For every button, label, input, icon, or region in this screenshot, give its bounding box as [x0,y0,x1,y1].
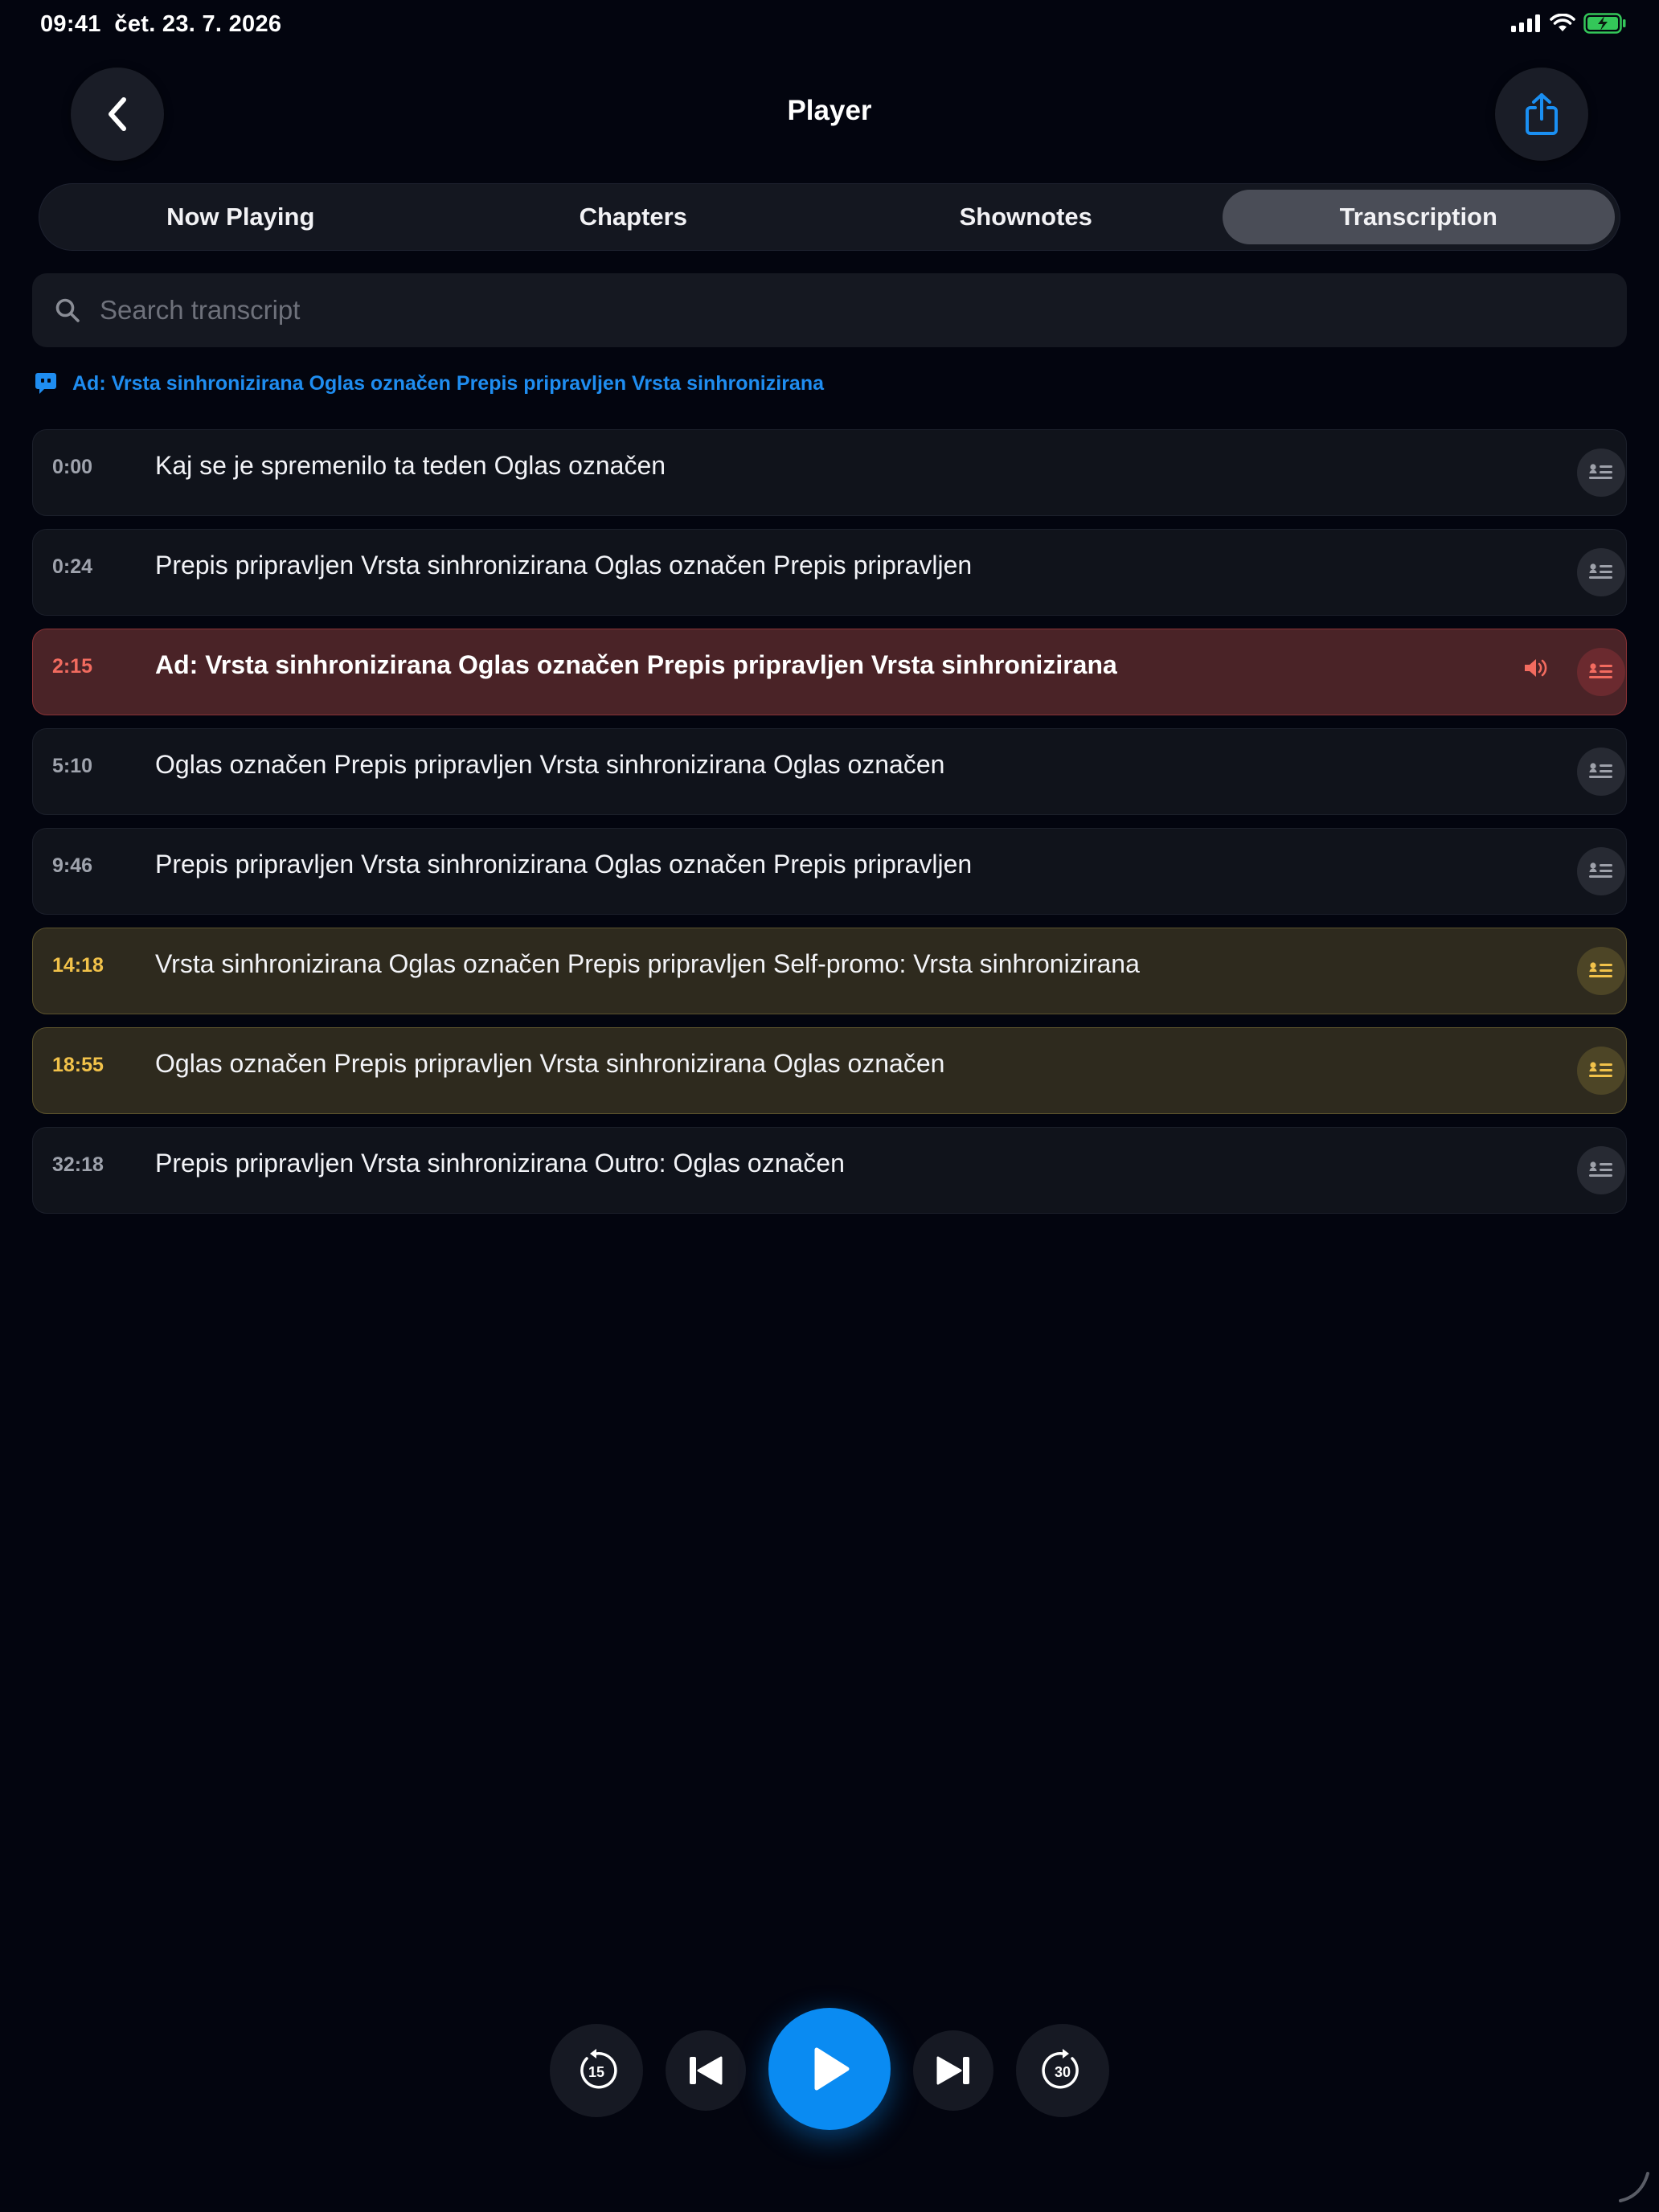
transcript-row[interactable]: 14:18 Vrsta sinhronizirana Oglas označen… [32,928,1627,1014]
segment-text: Vrsta sinhronizirana Oglas označen Prepi… [155,949,1140,978]
share-icon [1526,93,1558,135]
next-button[interactable] [913,2030,993,2111]
previous-track-icon [690,2056,723,2085]
segment-text: Oglas označen Prepis pripravljen Vrsta s… [155,750,945,779]
chat-bubble-icon [35,373,56,394]
skip-forward-label: 30 [1055,2064,1071,2080]
segment-text: Prepis pripravljen Vrsta sinhronizirana … [155,850,973,879]
transcript-row[interactable]: 5:10 Oglas označen Prepis pripravljen Vr… [32,728,1627,815]
segment-text: Oglas označen Prepis pripravljen Vrsta s… [155,1049,945,1078]
segment-timestamp: 2:15 [52,655,93,678]
transcript-row[interactable]: 18:55 Oglas označen Prepis pripravljen V… [32,1027,1627,1114]
now-playing-banner[interactable]: Ad: Vrsta sinhronizirana Oglas označen P… [34,371,824,395]
play-icon [814,2047,850,2091]
tab-bar: Now Playing Chapters Shownotes Transcrip… [39,183,1620,251]
segment-detail-button[interactable] [1577,1047,1625,1095]
segment-timestamp: 0:24 [52,555,93,578]
segment-text: Prepis pripravljen Vrsta sinhronizirana … [155,1149,845,1178]
segment-timestamp: 5:10 [52,755,93,777]
segment-detail-button[interactable] [1577,847,1625,895]
segment-detail-button[interactable] [1577,648,1625,696]
segment-text: Prepis pripravljen Vrsta sinhronizirana … [155,551,973,580]
segment-detail-button[interactable] [1577,1146,1625,1194]
segment-text: Ad: Vrsta sinhronizirana Oglas označen P… [155,650,1117,679]
segment-text: Kaj se je spremenilo ta teden Oglas ozna… [155,451,666,480]
transcript-row[interactable]: 0:00 Kaj se je spremenilo ta teden Oglas… [32,429,1627,516]
transcript-row-playing[interactable]: 2:15 Ad: Vrsta sinhronizirana Oglas ozna… [32,629,1627,715]
previous-button[interactable] [666,2030,746,2111]
battery-charging-icon [1583,13,1626,34]
segment-detail-button[interactable] [1577,449,1625,497]
list-detail-icon [1589,663,1612,678]
wifi-icon [1550,14,1575,31]
skip-back-button[interactable]: 15 [550,2024,643,2117]
segment-detail-button[interactable] [1577,748,1625,796]
page-title: Player [787,95,872,126]
play-button[interactable] [768,2008,891,2130]
window-resize-handle[interactable] [1616,2169,1651,2204]
segment-timestamp: 14:18 [52,954,104,977]
status-icons [1511,13,1627,34]
list-detail-icon [1589,763,1612,778]
segment-timestamp: 32:18 [52,1153,104,1176]
skip-back-label: 15 [588,2064,604,2080]
next-track-icon [936,2056,969,2085]
now-playing-banner-text: Ad: Vrsta sinhronizirana Oglas označen P… [72,371,824,395]
tab-chapters[interactable]: Chapters [437,190,830,244]
list-detail-icon [1589,962,1612,977]
tab-shownotes[interactable]: Shownotes [830,190,1223,244]
transcript-row[interactable]: 9:46 Prepis pripravljen Vrsta sinhronizi… [32,828,1627,915]
segment-timestamp: 0:00 [52,456,93,478]
transcript-row[interactable]: 0:24 Prepis pripravljen Vrsta sinhronizi… [32,529,1627,616]
playback-controls: 15 30 [0,2008,1659,2132]
search-icon [55,298,80,322]
segment-timestamp: 18:55 [52,1054,104,1076]
segment-detail-button[interactable] [1577,548,1625,596]
transcript-row[interactable]: 32:18 Prepis pripravljen Vrsta sinhroniz… [32,1127,1627,1214]
list-detail-icon [1589,563,1612,579]
list-detail-icon [1589,1062,1612,1077]
tab-transcription[interactable]: Transcription [1222,190,1615,244]
status-date: čet. 23. 7. 2026 [114,11,282,37]
cellular-signal-icon [1511,14,1540,32]
search-bar [32,273,1627,347]
skip-back-15-icon: 15 [580,2049,617,2089]
status-time: 09:41 [40,11,101,37]
status-bar: 09:41 čet. 23. 7. 2026 [0,0,1659,51]
status-time-date: 09:41 čet. 23. 7. 2026 [40,11,281,38]
share-button[interactable] [1495,68,1588,161]
list-detail-icon [1589,862,1612,878]
search-input[interactable] [98,294,1548,326]
speaker-icon [1525,659,1547,677]
list-detail-icon [1589,1161,1612,1177]
segment-timestamp: 9:46 [52,854,93,877]
segment-detail-button[interactable] [1577,947,1625,995]
skip-forward-button[interactable]: 30 [1016,2024,1109,2117]
list-detail-icon [1589,464,1612,479]
skip-forward-30-icon: 30 [1042,2049,1079,2089]
tab-now-playing[interactable]: Now Playing [44,190,437,244]
now-playing-indicator [1523,657,1549,683]
